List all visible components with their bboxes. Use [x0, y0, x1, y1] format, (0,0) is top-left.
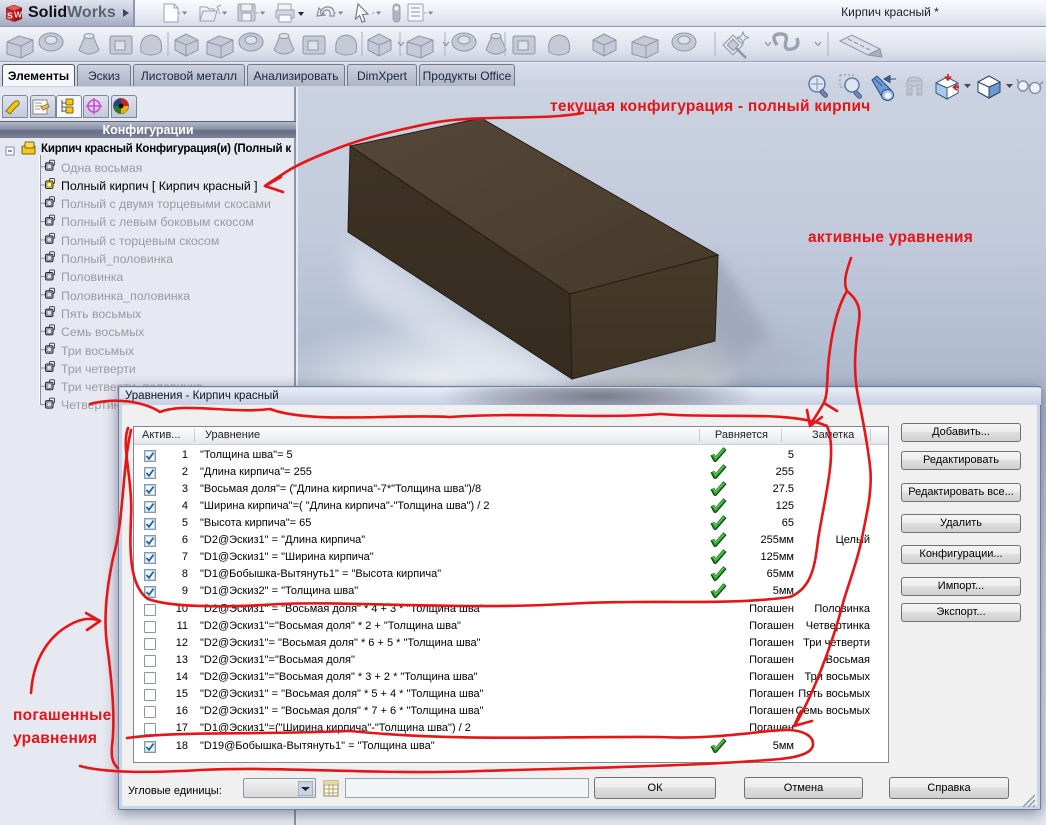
svg-text:W: W — [14, 10, 23, 20]
svg-text:S: S — [7, 11, 13, 21]
